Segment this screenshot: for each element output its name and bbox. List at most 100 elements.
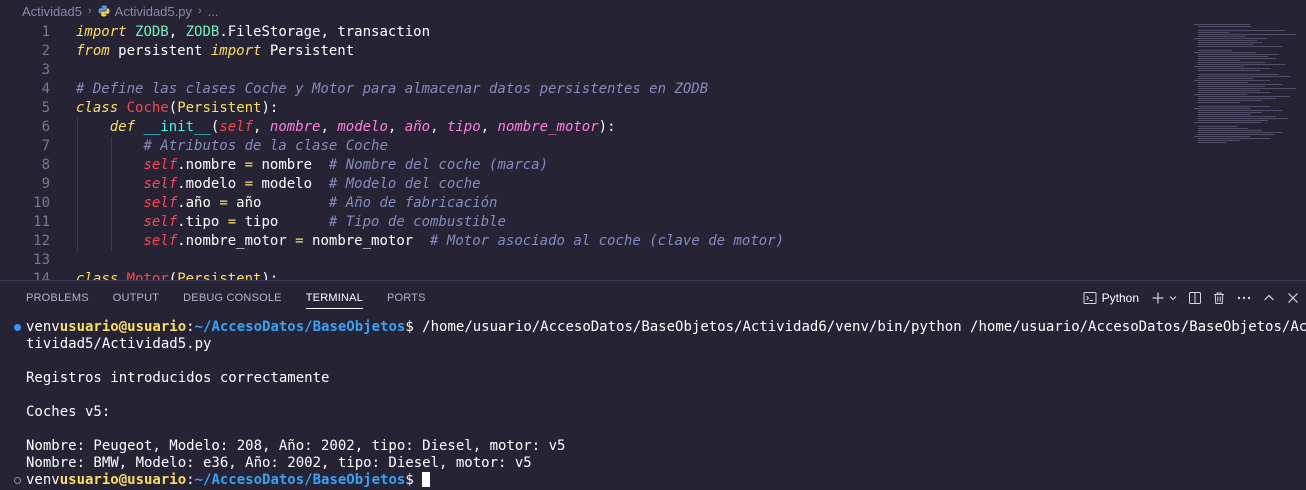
chevron-down-icon[interactable] [1168,291,1178,305]
minimap-line [1198,88,1296,89]
new-terminal-button[interactable] [1151,281,1178,315]
close-icon [1288,293,1298,303]
more-actions-button[interactable] [1236,281,1252,315]
code-line: 5 class Coche(Persistent): [0,99,1180,118]
code-editor[interactable]: 1 import ZODB, ZODB.FileStorage, transact… [0,22,1306,280]
code-line: 12 self.nombre_motor = nombre_motor # Mo… [0,232,1180,251]
prompt-separator: : [186,319,195,335]
maximize-panel-button[interactable] [1262,281,1276,315]
terminal-icon [1083,292,1097,304]
code-token: Persistent [177,271,262,280]
minimap-line [1198,82,1249,83]
code-token: modelo [337,119,388,135]
minimap-line [1198,40,1257,41]
minimap-line [1198,134,1274,135]
code-token: # Nombre del coche (marca) [328,157,549,173]
code-token: import [76,24,127,40]
tab-problems[interactable]: PROBLEMS [0,281,101,315]
prompt-user: usuario@usuario [59,472,187,488]
minimap-line [1194,66,1245,67]
code-text: self.tipo = tipo # Tipo de combustible [76,213,506,232]
minimap-line [1198,86,1266,87]
indent-guide [77,175,78,194]
terminal-output-line: Coches v5: [26,404,111,420]
code-token: Motor [126,271,169,280]
code-token: self [143,157,178,173]
terminal-output[interactable]: venvusuario@usuario:~/AccesoDatos/BaseOb… [0,319,1306,490]
terminal-cursor [422,472,431,487]
minimap-line [1198,64,1285,65]
minimap[interactable] [1192,22,1306,280]
split-terminal-button[interactable] [1188,281,1202,315]
code-token: .nombre [177,157,245,173]
minimap-line [1198,70,1260,71]
breadcrumb-folder[interactable]: Actividad5 [22,4,82,19]
minimap-line [1198,54,1280,55]
minimap-line [1198,44,1254,45]
minimap-line [1198,114,1252,115]
breadcrumb-file[interactable]: Actividad5.py [115,4,192,19]
minimap-line [1198,112,1263,113]
code-token: .nombre_motor [177,233,296,249]
line-number: 12 [33,233,50,249]
minimap-line [1198,46,1282,47]
minimap-line [1198,126,1238,127]
code-text: from persistent import Persistent [76,42,354,61]
minimap-line [1198,56,1268,57]
indent-guide [77,194,78,213]
minimap-line [1198,92,1271,93]
breadcrumb: Actividad5 › Actividad5.py › ... [0,0,1306,22]
code-token: Persistent [261,43,355,59]
code-token: ( [168,271,178,280]
minimap-line [1198,74,1280,75]
line-number: 4 [41,81,50,97]
terminal-selector[interactable]: Python [1083,281,1139,315]
terminal-output-line: Registros introducidos correctamente [26,370,330,386]
split-icon [1189,292,1201,304]
command-success-icon[interactable] [14,324,21,331]
indent-guide [77,232,78,251]
indent-guide [111,232,112,251]
minimap-line [1198,110,1282,111]
code-token: = [244,176,254,192]
minimap-line [1194,52,1256,53]
command-pending-icon[interactable] [14,477,21,484]
code-token: nombre [253,157,329,173]
code-token: __init__ [143,119,211,135]
code-token: = [219,195,228,211]
code-token: , [480,119,498,135]
terminal-prompt-line[interactable]: venvusuario@usuario:~/AccesoDatos/BaseOb… [26,472,431,489]
minimap-line [1198,132,1282,133]
kill-terminal-button[interactable] [1212,281,1226,315]
minimap-line [1194,122,1262,123]
code-token: # Año de fabricación [328,195,498,211]
minimap-line [1198,130,1263,131]
code-token: Coche [126,100,169,116]
code-token: # Tipo de combustible [328,214,506,230]
minimap-line [1198,98,1277,99]
prompt-separator: : [186,472,195,488]
minimap-line [1194,136,1250,137]
command-text-wrap: tividad5/Actividad5.py [26,336,212,352]
code-token: , [430,119,447,135]
tab-debug-console[interactable]: DEBUG CONSOLE [171,281,294,315]
breadcrumb-more[interactable]: ... [208,4,219,19]
tab-terminal[interactable]: TERMINAL [294,281,375,315]
code-token: ): [598,119,616,135]
minimap-line [1198,102,1240,103]
trash-icon [1214,292,1224,304]
minimap-line [1198,42,1263,43]
code-token: from [76,43,110,59]
code-token: persistent [109,43,211,59]
minimap-line [1198,84,1282,85]
code-line: 1 import ZODB, ZODB.FileStorage, transact… [0,23,1180,42]
code-token: nombre_motor [303,233,431,249]
code-token: = [227,214,237,230]
tab-output[interactable]: OUTPUT [101,281,171,315]
indent-guide [111,194,112,213]
tab-ports[interactable]: PORTS [375,281,438,315]
close-panel-button[interactable] [1286,281,1300,315]
code-token: tipo [446,119,481,135]
